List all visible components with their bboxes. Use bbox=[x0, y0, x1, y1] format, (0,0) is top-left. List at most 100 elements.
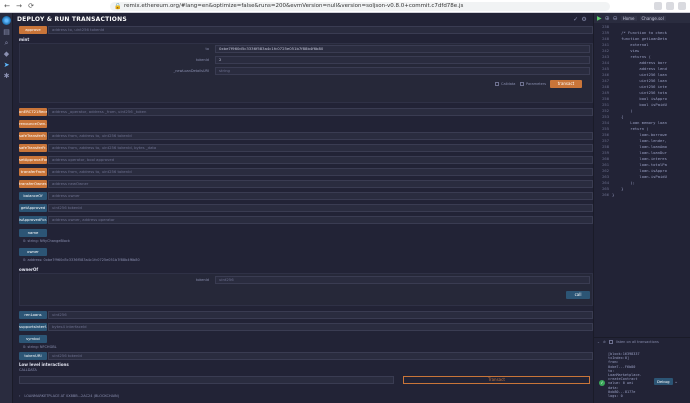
low-level-transact-button[interactable]: Transact bbox=[403, 376, 590, 384]
url-text: remix.ethereum.org/#lang=en&optimize=fal… bbox=[124, 3, 464, 9]
balanceof-input[interactable]: address owner bbox=[48, 191, 593, 200]
line-number: 266 bbox=[602, 192, 609, 197]
mint-uri-label: _newLoanDetailsURI bbox=[173, 69, 209, 73]
code-text: } bbox=[612, 192, 615, 197]
forward-icon[interactable]: → bbox=[14, 1, 24, 11]
approve-input[interactable]: address to, uint256 tokenId bbox=[48, 25, 593, 34]
getapproved-button[interactable]: getApproved bbox=[19, 203, 47, 212]
setapprovalforall-input[interactable]: address operator, bool approved bbox=[48, 155, 593, 164]
isapprovedforall-input[interactable]: address owner, address operator bbox=[48, 215, 593, 224]
deployed-contract-header[interactable]: › LOANMARKETPLACE AT 0X8BB...2AC24 (BLOC… bbox=[19, 394, 119, 398]
expand-log-icon[interactable]: ⌄ bbox=[674, 379, 678, 385]
name-button[interactable]: name bbox=[19, 228, 47, 237]
address-bar[interactable]: 🔒 remix.ethereum.org/#lang=en&optimize=f… bbox=[110, 2, 610, 11]
tab-file[interactable]: Change.sol bbox=[639, 15, 666, 21]
calldata-toggle[interactable]: Calldata bbox=[495, 82, 515, 86]
symbol-button[interactable]: symbol bbox=[19, 334, 47, 343]
onerc721received-button[interactable]: onERC721Recei... bbox=[19, 107, 47, 116]
play-icon[interactable]: ▶ bbox=[597, 15, 602, 22]
owner-result: 0: address: 0xbe7f960d5c3336f583a4c1fc07… bbox=[23, 258, 140, 262]
check-icon[interactable]: ✓ bbox=[573, 16, 578, 23]
ownerof-call-button[interactable]: call bbox=[566, 291, 590, 299]
function-row: name bbox=[19, 228, 47, 237]
ownerof-title: ownerOf bbox=[19, 267, 39, 272]
onerc721received-input[interactable]: address _operator, address _from, uint25… bbox=[48, 107, 593, 116]
ownerof-tokenid-input[interactable]: uint256 bbox=[215, 276, 590, 284]
mint-transact-button[interactable]: transact bbox=[550, 80, 582, 88]
editor-tabs: ▶ ⊕ ⊖ Home Change.sol bbox=[594, 13, 690, 23]
remix-logo-icon[interactable] bbox=[2, 16, 11, 25]
code-lines[interactable]: 238 239 /* Function to check 240 function … bbox=[594, 24, 690, 204]
debug-button[interactable]: Debug bbox=[654, 378, 673, 385]
function-row: safeTransferFr... address from, address … bbox=[19, 143, 593, 152]
owner-button[interactable]: owner bbox=[19, 247, 47, 256]
balanceof-button[interactable]: balanceOf bbox=[19, 191, 47, 200]
approve-button[interactable]: approve bbox=[19, 25, 47, 34]
safetransferfrom-data-input[interactable]: address from, address to, uint256 tokenI… bbox=[48, 143, 593, 152]
transferfrom-button[interactable]: transferFrom bbox=[19, 167, 47, 176]
copy-calldata-icon bbox=[495, 82, 499, 86]
listen-checkbox[interactable] bbox=[608, 340, 613, 344]
renloans-input[interactable]: uint256 bbox=[48, 310, 593, 319]
function-row: transferFrom address from, address to, u… bbox=[19, 167, 593, 176]
compiler-icon[interactable]: ◆ bbox=[3, 51, 10, 58]
safetransferfrom-data-button[interactable]: safeTransferFr... bbox=[19, 143, 47, 152]
function-row: supportsInterf... bytes4 interfaceId bbox=[19, 322, 593, 331]
reload-icon[interactable]: ⟳ bbox=[26, 1, 36, 11]
listen-label: listen on all transactions bbox=[615, 340, 659, 344]
tokenuri-input[interactable]: uint256 tokenId bbox=[48, 351, 593, 360]
transferownership-input[interactable]: address newOwner bbox=[48, 179, 593, 188]
back-icon[interactable]: ← bbox=[2, 1, 12, 11]
extension-icon[interactable] bbox=[654, 2, 662, 10]
mint-uri-input[interactable]: string bbox=[215, 67, 590, 75]
safetransferfrom-button[interactable]: safeTransferFr... bbox=[19, 131, 47, 140]
function-row: getApproved uint256 tokenId bbox=[19, 203, 593, 212]
profile-icon[interactable] bbox=[666, 2, 674, 10]
tokenuri-button[interactable]: tokenURI bbox=[19, 351, 47, 360]
deploy-run-icon[interactable]: ➤ bbox=[3, 62, 10, 69]
function-row: approve address to, uint256 tokenId bbox=[19, 25, 593, 34]
settings-icon[interactable]: ⚙ bbox=[581, 16, 587, 23]
renloans-button[interactable]: renLoans bbox=[19, 310, 47, 319]
renounceownership-button[interactable]: renounceOwn... bbox=[19, 119, 47, 128]
search-icon[interactable]: ⌕ bbox=[3, 40, 10, 47]
deploy-run-panel: DEPLOY & RUN TRANSACTIONS ✓ ⚙ approve ad… bbox=[13, 13, 593, 403]
setapprovalforall-button[interactable]: setApprovalFor... bbox=[19, 155, 47, 164]
parameters-label: Parameters bbox=[526, 82, 547, 86]
file-explorer-icon[interactable]: ▤ bbox=[3, 29, 10, 36]
lock-icon: 🔒 bbox=[114, 3, 122, 10]
code-line: 266} bbox=[594, 192, 690, 198]
browser-toolbar: ← → ⟳ 🔒 remix.ethereum.org/#lang=en&opti… bbox=[0, 0, 690, 13]
clear-terminal-icon[interactable]: ⊘ bbox=[603, 340, 606, 344]
function-row: renounceOwn... bbox=[19, 119, 47, 128]
tab-home[interactable]: Home bbox=[620, 15, 637, 21]
getapproved-input[interactable]: uint256 tokenId bbox=[48, 203, 593, 212]
function-row: balanceOf address owner bbox=[19, 191, 593, 200]
collapse-terminal-icon[interactable]: ⌄ bbox=[597, 340, 600, 344]
mint-to-input[interactable]: 0xbe7f960d5c3336f583a4c1fc0725e051b7f88b… bbox=[215, 45, 590, 53]
supportsinterface-button[interactable]: supportsInterf... bbox=[19, 322, 47, 331]
mint-tokenid-label: tokenId bbox=[195, 58, 209, 62]
function-row: setApprovalFor... address operator, bool… bbox=[19, 155, 593, 164]
calldata-input[interactable] bbox=[19, 376, 394, 384]
contract-functions: approve address to, uint256 tokenId mint… bbox=[19, 25, 593, 403]
safetransferfrom-input[interactable]: address from, address to, uint256 tokenI… bbox=[48, 131, 593, 140]
function-row: safeTransferFr... address from, address … bbox=[19, 131, 593, 140]
debugger-icon[interactable]: ✱ bbox=[3, 73, 10, 80]
calldata-label: Calldata bbox=[501, 82, 516, 86]
panel-header: DEPLOY & RUN TRANSACTIONS ✓ ⚙ bbox=[13, 13, 593, 25]
function-row: transferOwner... address newOwner bbox=[19, 179, 593, 188]
panel-title: DEPLOY & RUN TRANSACTIONS bbox=[17, 15, 127, 23]
zoom-out-icon[interactable]: ⊖ bbox=[613, 15, 618, 22]
transferownership-button[interactable]: transferOwner... bbox=[19, 179, 47, 188]
isapprovedforall-button[interactable]: isApprovedFor... bbox=[19, 215, 47, 224]
zoom-in-icon[interactable]: ⊕ bbox=[605, 15, 610, 22]
ownerof-tokenid-label: tokenId bbox=[195, 278, 209, 282]
icon-rail: ▤ ⌕ ◆ ➤ ✱ bbox=[0, 13, 13, 403]
menu-icon[interactable] bbox=[678, 2, 686, 10]
mint-tokenid-input[interactable]: 2 bbox=[215, 56, 590, 64]
function-row: owner bbox=[19, 247, 47, 256]
parameters-toggle[interactable]: Parameters bbox=[520, 82, 546, 86]
supportsinterface-input[interactable]: bytes4 interfaceId bbox=[48, 322, 593, 331]
transferfrom-input[interactable]: address from, address to, uint256 tokenI… bbox=[48, 167, 593, 176]
